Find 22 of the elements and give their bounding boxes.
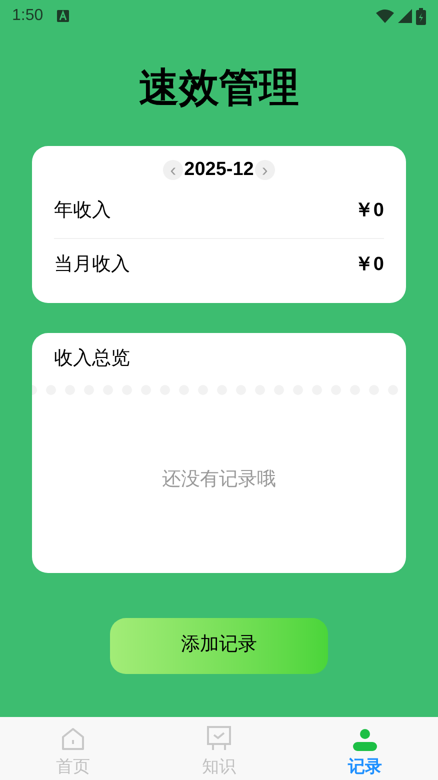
income-value: ￥0: [354, 198, 384, 223]
keyboard-icon: [57, 10, 70, 22]
app-title: 速效管理: [139, 65, 299, 112]
nav-tab[interactable]: 知识: [146, 717, 292, 780]
home-icon: [60, 726, 86, 752]
wifi-icon: [376, 9, 394, 23]
status-time: 1:50: [12, 6, 44, 26]
signal-icon: [398, 9, 412, 23]
nav-tab[interactable]: 首页: [0, 717, 146, 780]
previous-month-button[interactable]: ‹: [163, 160, 184, 180]
income-label: 当月收入: [54, 253, 130, 278]
income-label: 年收入: [54, 198, 111, 223]
overview-title: 收入总览: [53, 346, 131, 370]
empty-message: 还没有记录哦: [162, 468, 276, 492]
board-icon: [205, 724, 233, 752]
add-record-button[interactable]: 添加记录: [110, 618, 328, 674]
income-value: ￥0: [354, 253, 384, 278]
battery-icon: [416, 8, 426, 24]
person-icon: [352, 728, 378, 752]
nav-tab[interactable]: 记录: [292, 717, 438, 780]
month-label: 2025-12: [184, 158, 254, 182]
next-month-button[interactable]: ›: [254, 160, 275, 180]
